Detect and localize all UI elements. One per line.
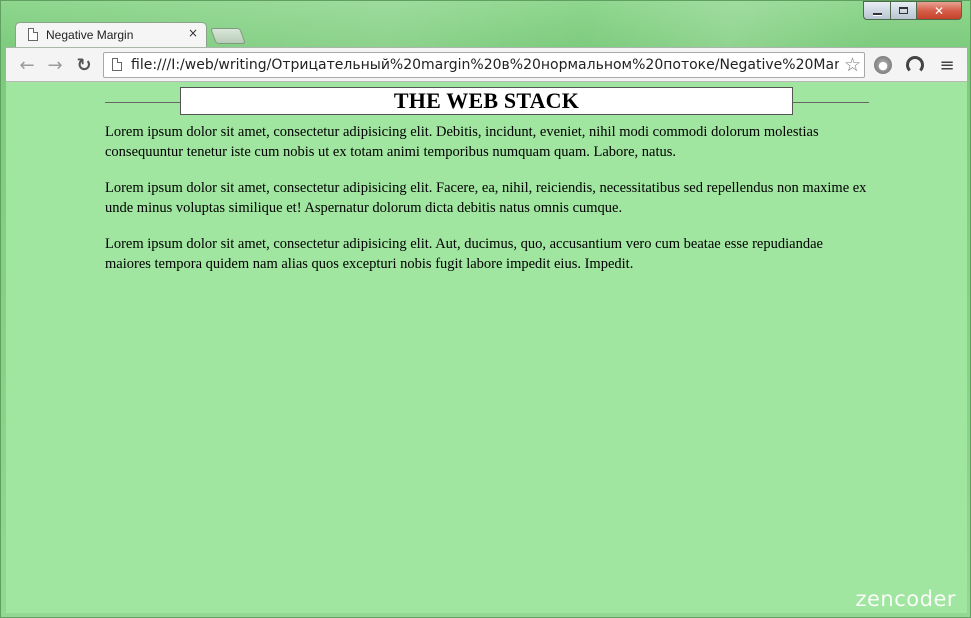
toolbar: ← → ↻ file:///I:/web/writing/Отрицательн… xyxy=(6,47,967,82)
maximize-icon xyxy=(899,7,908,14)
paragraph-2: Lorem ipsum dolor sit amet, consectetur … xyxy=(105,180,867,216)
address-text[interactable]: file:///I:/web/writing/Отрицательный%20m… xyxy=(131,57,839,73)
tab-title: Negative Margin xyxy=(46,28,134,42)
shield-icon: ● xyxy=(874,56,892,74)
watermark: zencoder xyxy=(855,587,956,611)
new-tab-button[interactable] xyxy=(210,28,246,44)
page-icon xyxy=(28,28,38,41)
heading-section: THE WEB STACK xyxy=(105,82,869,122)
close-window-button[interactable]: ✕ xyxy=(916,1,962,20)
extension-button[interactable]: ● xyxy=(872,54,894,76)
address-bar[interactable]: file:///I:/web/writing/Отрицательный%20m… xyxy=(103,52,865,78)
minimize-icon xyxy=(872,12,882,15)
page-icon xyxy=(112,58,122,71)
tab-negative-margin[interactable]: Negative Margin × xyxy=(15,22,207,48)
paragraph-3: Lorem ipsum dolor sit amet, consectetur … xyxy=(105,236,823,272)
close-icon: ✕ xyxy=(933,3,945,18)
tab-close-icon[interactable]: × xyxy=(188,26,198,40)
minimize-button[interactable] xyxy=(863,1,890,20)
ring-icon xyxy=(906,56,924,74)
page-viewport: THE WEB STACK Lorem ipsum dolor sit amet… xyxy=(6,82,967,613)
browser-window: ✕ Negative Margin × ← → ↻ file:///I:/web… xyxy=(0,0,971,618)
heading-box: THE WEB STACK xyxy=(180,87,793,115)
page-content: THE WEB STACK Lorem ipsum dolor sit amet… xyxy=(105,82,869,290)
back-arrow-icon[interactable]: ← xyxy=(16,54,38,76)
maximize-button[interactable] xyxy=(890,1,916,20)
page-title: THE WEB STACK xyxy=(393,88,580,113)
forward-arrow-icon[interactable]: → xyxy=(44,54,66,76)
window-controls: ✕ xyxy=(863,1,962,21)
hamburger-menu-icon[interactable]: ≡ xyxy=(936,54,958,76)
extension-button-2[interactable] xyxy=(904,54,926,76)
reload-icon[interactable]: ↻ xyxy=(73,54,95,76)
star-icon[interactable]: ☆ xyxy=(844,54,861,76)
paragraph-1: Lorem ipsum dolor sit amet, consectetur … xyxy=(105,124,819,160)
